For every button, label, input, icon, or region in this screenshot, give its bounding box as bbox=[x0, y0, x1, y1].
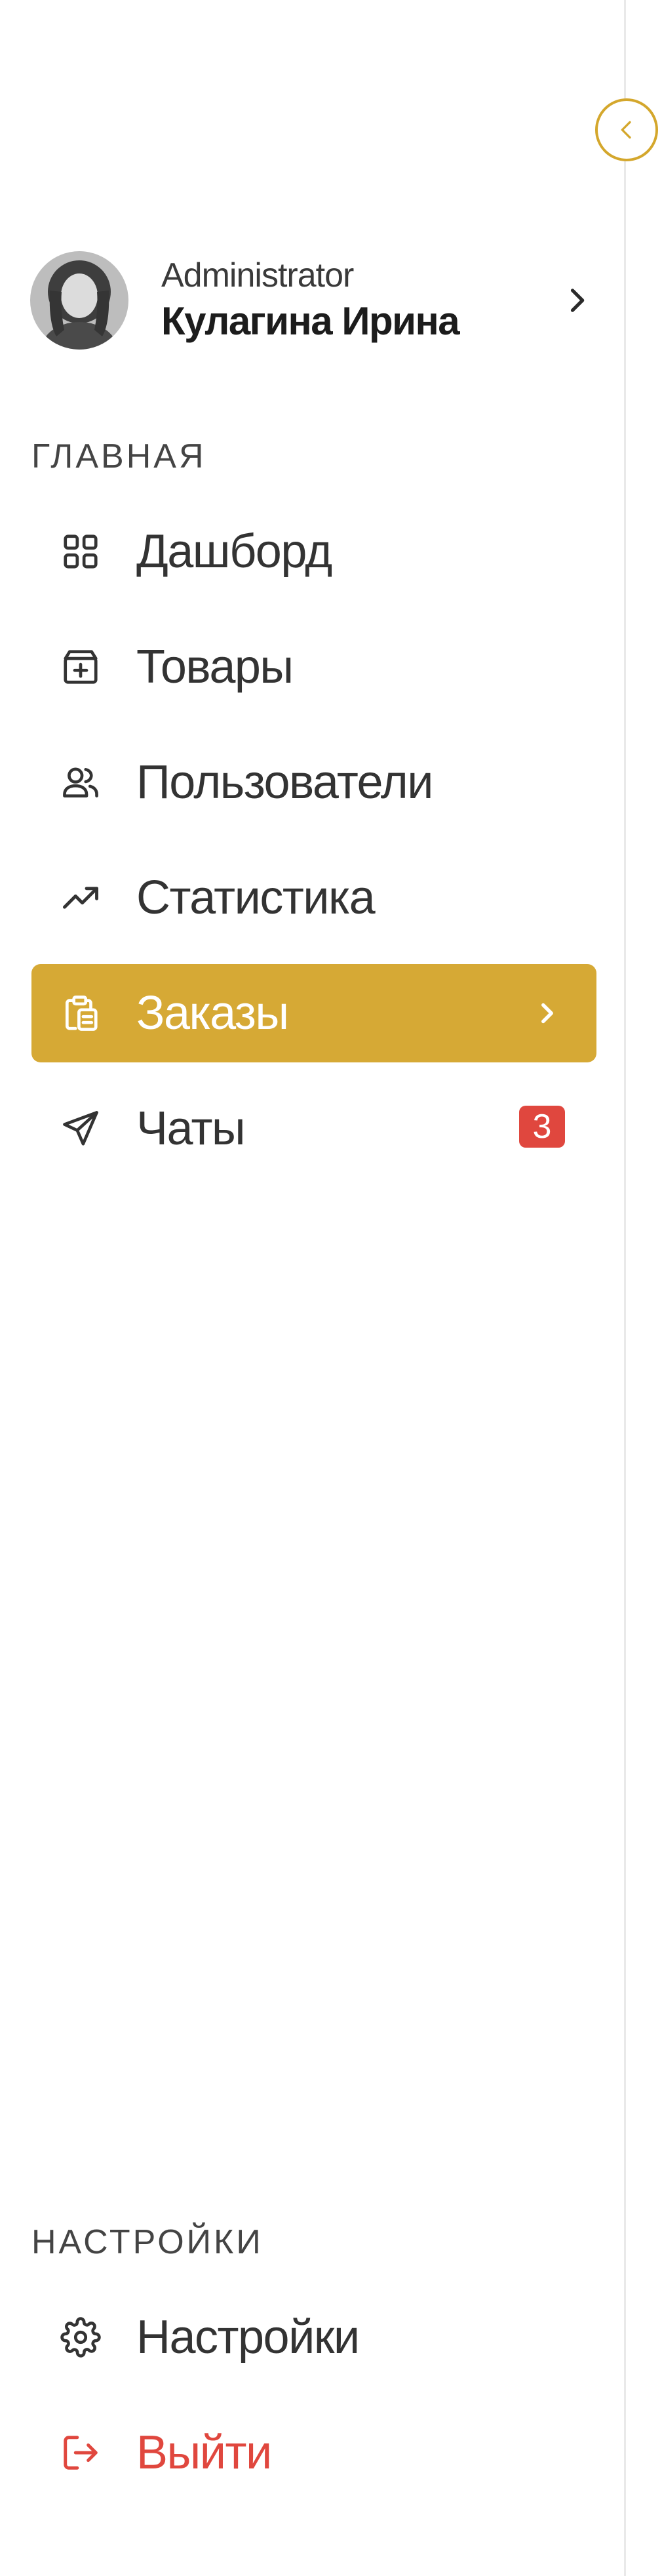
grid-icon bbox=[64, 534, 98, 569]
send-icon bbox=[63, 1111, 98, 1146]
users-icon bbox=[63, 767, 98, 797]
nav-label: Чаты bbox=[136, 1102, 246, 1155]
box-plus-icon bbox=[64, 650, 98, 684]
logout-button[interactable]: Выйти bbox=[31, 2404, 596, 2502]
nav-item-settings[interactable]: Настройки bbox=[31, 2288, 596, 2386]
chevron-right-icon bbox=[541, 1003, 553, 1024]
avatar bbox=[30, 251, 128, 350]
nav-label: Статистика bbox=[136, 872, 376, 924]
section-label-main: ГЛАВНАЯ bbox=[31, 437, 206, 475]
chevron-right-icon bbox=[570, 289, 585, 312]
clipboard-icon bbox=[66, 996, 98, 1031]
nav-item-orders[interactable]: Заказы bbox=[31, 964, 596, 1062]
nav-label: Заказы bbox=[136, 987, 289, 1039]
section-label-settings: НАСТРОЙКИ bbox=[31, 2223, 263, 2261]
nav-item-dashboard[interactable]: Дашборд bbox=[31, 502, 596, 601]
gear-icon bbox=[60, 2317, 101, 2358]
nav-item-chats[interactable]: Чаты 3 bbox=[31, 1079, 596, 1178]
nav-label: Настройки bbox=[136, 2311, 360, 2364]
sidebar: Administrator Кулагина Ирина ГЛАВНАЯ Даш… bbox=[0, 0, 658, 2576]
nav-item-statistics[interactable]: Статистика bbox=[31, 849, 596, 947]
trending-up-icon bbox=[63, 887, 98, 909]
nav-label: Дашборд bbox=[136, 525, 332, 578]
user-role: Administrator bbox=[161, 256, 354, 294]
nav-item-users[interactable]: Пользователи bbox=[31, 733, 596, 832]
nav-label: Выйти bbox=[136, 2426, 272, 2479]
user-profile[interactable]: Administrator Кулагина Ирина bbox=[30, 249, 594, 352]
collapse-sidebar-button[interactable] bbox=[595, 98, 658, 161]
user-name: Кулагина Ирина bbox=[161, 299, 460, 343]
nav-label: Пользователи bbox=[136, 756, 433, 809]
logout-icon bbox=[64, 2436, 98, 2470]
nav-item-products[interactable]: Товары bbox=[31, 618, 596, 716]
chevron-left-icon bbox=[621, 121, 631, 139]
nav-label: Товары bbox=[136, 641, 294, 693]
unread-count-badge: 3 bbox=[519, 1106, 565, 1148]
